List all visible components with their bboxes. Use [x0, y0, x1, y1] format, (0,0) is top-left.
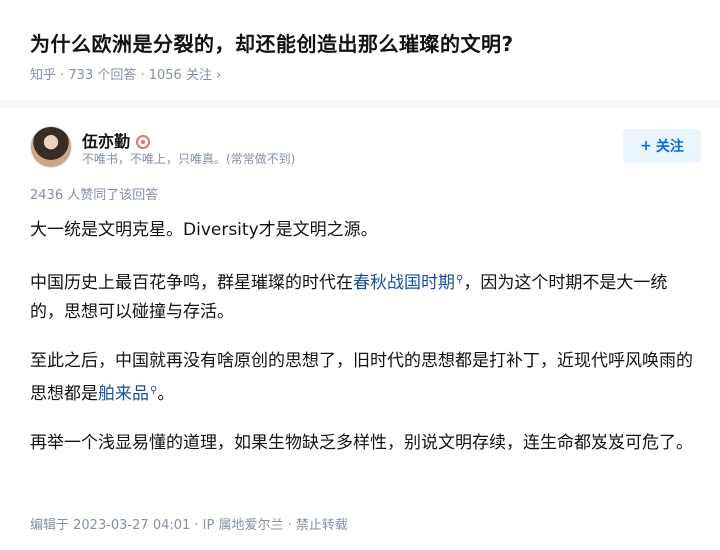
paragraph-text: 。	[157, 384, 175, 404]
section-divider	[0, 100, 720, 108]
question-title[interactable]: 为什么欧洲是分裂的，却还能创造出那么璀璨的文明?	[30, 28, 514, 57]
avatar[interactable]	[30, 126, 72, 168]
follow-label: 关注	[655, 139, 684, 155]
author-name[interactable]: 伍亦勤	[82, 128, 151, 152]
author-name-text: 伍亦勤	[82, 132, 131, 151]
author-bio: 不唯书，不唯上，只唯真。(常常做不到)	[82, 152, 296, 166]
keyword-link[interactable]: 春秋战国时期	[353, 273, 455, 293]
answer-paragraph-3: 至此之后，中国就再没有啥原创的思想了，旧时代的思想都是打补丁，近现代呼风唤雨的思…	[30, 347, 698, 409]
edit-info: 编辑于 2023-03-27 04:01 · IP 属地爱尔兰 · 禁止转载	[30, 518, 348, 533]
question-meta-text: 知乎 · 733 个回答 · 1056 关注	[30, 68, 212, 83]
answer-paragraph-1: 大一统是文明克星。Diversity才是文明之源。	[30, 220, 378, 240]
answer-content: 大一统是文明克星。Diversity才是文明之源。 中国历史上最百花争鸣，群星璀…	[30, 216, 698, 478]
plus-icon: +	[640, 138, 652, 154]
paragraph-text: 中国历史上最百花争鸣，群星璀璨的时代在	[30, 273, 353, 293]
answer-paragraph-2: 中国历史上最百花争鸣，群星璀璨的时代在春秋战国时期⚲，因为这个时期不是大一统的，…	[30, 265, 698, 327]
question-meta[interactable]: 知乎 · 733 个回答 · 1056 关注 ›	[30, 64, 221, 83]
keyword-link[interactable]: 舶来品	[98, 384, 149, 404]
chevron-right-icon: ›	[215, 68, 222, 83]
vote-count: 2436 人赞同了该回答	[30, 188, 159, 203]
badge-icon	[136, 135, 151, 149]
follow-button[interactable]: + 关注	[623, 129, 701, 163]
answer-paragraph-4: 再举一个浅显易懂的道理，如果生物缺乏多样性，别说文明存续，连生命都岌岌可危了。	[30, 433, 693, 453]
